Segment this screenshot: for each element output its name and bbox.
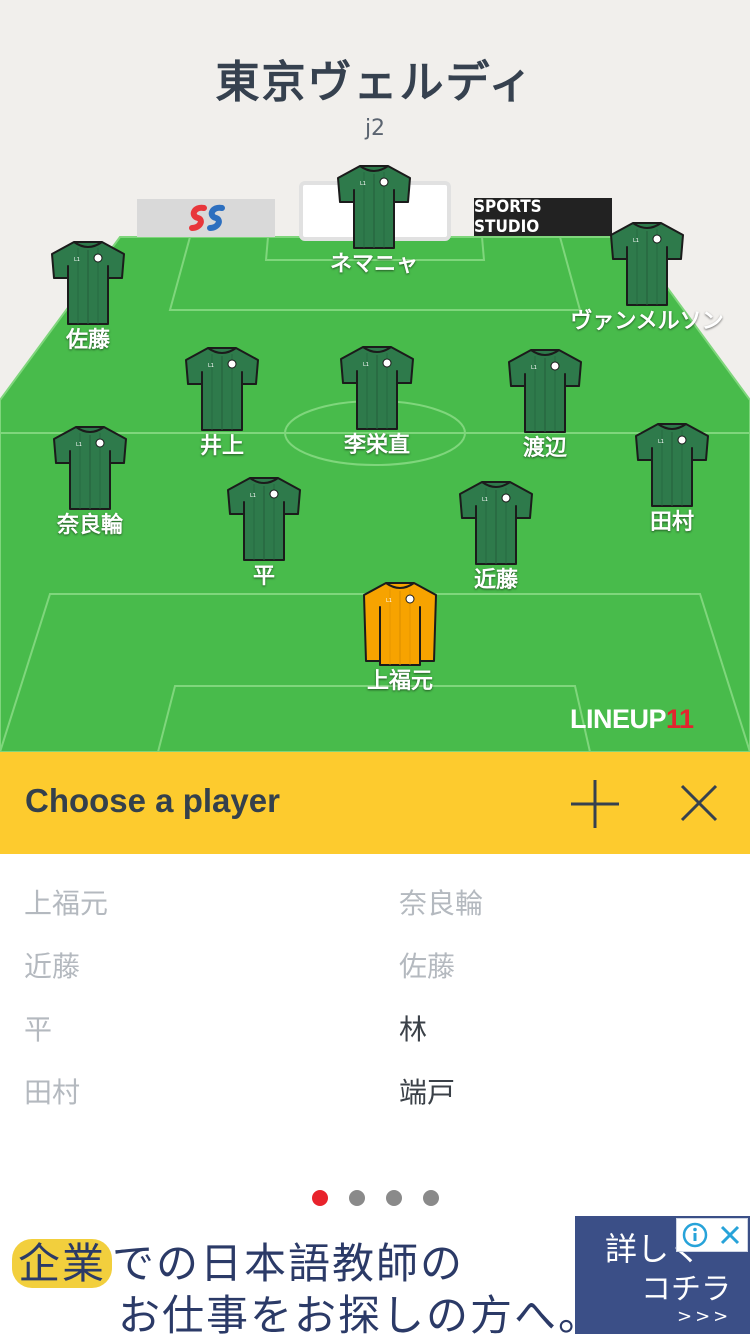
svg-text:L1: L1	[482, 497, 488, 503]
lineup11-logo: LINEUP11	[570, 704, 694, 734]
player-name: ヴァンメルソン	[570, 309, 724, 334]
player-list-item[interactable]: 田村	[24, 1071, 80, 1111]
svg-text:L1: L1	[386, 598, 392, 604]
jersey-icon: L1	[227, 477, 301, 561]
player-list-item[interactable]: 佐藤	[399, 945, 455, 985]
goalkeeper-jersey-icon: L1	[363, 582, 437, 666]
player-name: ネマニャ	[329, 252, 418, 277]
player-list: 上福元 奈良輪 近藤 佐藤 平 林 田村 端戸	[0, 854, 750, 1216]
jersey-icon: L1	[51, 241, 125, 325]
page-dot[interactable]	[385, 1190, 402, 1206]
jersey-icon: L1	[337, 165, 411, 249]
svg-text:L1: L1	[363, 362, 369, 368]
svg-text:L1: L1	[633, 238, 639, 244]
jersey-icon: L1	[635, 423, 709, 507]
jersey-icon: L1	[53, 426, 127, 510]
player-list-item[interactable]: 平	[24, 1008, 52, 1048]
player-list-item[interactable]: 端戸	[399, 1071, 455, 1111]
player-marker[interactable]: L1 奈良輪	[10, 421, 170, 539]
sponsor-board-left	[137, 199, 275, 237]
close-icon[interactable]	[676, 780, 722, 826]
player-marker[interactable]: L1 平	[184, 472, 344, 590]
player-list-item[interactable]: 奈良輪	[399, 882, 483, 922]
page-indicator	[0, 1190, 750, 1206]
goalkeeper-marker[interactable]: L1 上福元	[320, 577, 480, 695]
player-marker[interactable]: L1 佐藤	[8, 236, 168, 354]
page-dot[interactable]	[422, 1190, 439, 1206]
team-title: 東京ヴェルディ	[215, 57, 535, 108]
player-marker[interactable]: L1 田村	[592, 418, 750, 536]
choose-player-bar: Choose a player	[0, 752, 750, 854]
jersey-icon: L1	[508, 349, 582, 433]
ad-subline: お仕事をお探しの方へ。	[118, 1291, 603, 1334]
lineup-screen: SPORTS STUDIO 東京ヴェルディ j2 L1 ネマニャ L1 佐藤 L…	[0, 0, 750, 752]
svg-text:L1: L1	[531, 365, 537, 371]
jersey-icon: L1	[610, 222, 684, 306]
ad-choices[interactable]	[676, 1218, 748, 1252]
svg-text:L1: L1	[74, 257, 80, 263]
player-marker[interactable]: L1 ヴァンメルソン	[567, 217, 727, 335]
player-marker[interactable]: L1 李栄直	[297, 341, 457, 459]
jersey-icon: L1	[340, 346, 414, 430]
player-list-item[interactable]: 上福元	[24, 882, 108, 922]
ad-banner[interactable]: 企業 での日本語教師の お仕事をお探しの方へ。 詳しく コチラ >>>	[0, 1216, 750, 1334]
player-name: 李栄直	[343, 433, 410, 458]
svg-text:L1: L1	[208, 363, 214, 369]
info-icon[interactable]	[677, 1219, 712, 1251]
page-dot[interactable]	[311, 1190, 328, 1206]
player-name: 田村	[649, 510, 694, 535]
svg-text:L1: L1	[250, 493, 256, 499]
player-marker[interactable]: L1 ネマニャ	[294, 160, 454, 278]
player-name: 奈良輪	[56, 513, 123, 538]
svg-text:L1: L1	[76, 442, 82, 448]
player-name: 上福元	[366, 669, 433, 694]
player-list-item[interactable]: 近藤	[24, 945, 80, 985]
close-ad-icon[interactable]	[712, 1219, 747, 1251]
ss-logo-icon	[189, 204, 225, 231]
chooser-title: Choose a player	[25, 782, 280, 819]
player-list-item[interactable]: 林	[399, 1008, 427, 1048]
jersey-icon: L1	[185, 347, 259, 431]
jersey-icon: L1	[459, 481, 533, 565]
league-label: j2	[364, 116, 386, 141]
svg-text:L1: L1	[360, 181, 366, 187]
plus-icon[interactable]	[569, 778, 621, 830]
svg-text:L1: L1	[658, 439, 664, 445]
page-dot[interactable]	[348, 1190, 365, 1206]
